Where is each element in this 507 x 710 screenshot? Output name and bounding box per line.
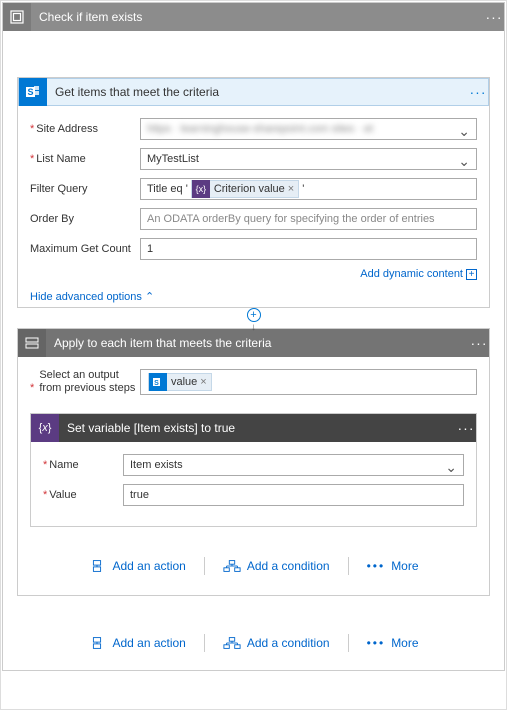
dots-icon: ••• xyxy=(367,559,386,573)
label-site-address: Site Address xyxy=(30,123,140,135)
add-action-icon xyxy=(88,559,106,573)
label-order-by: Order By xyxy=(30,213,140,225)
input-var-value[interactable]: true xyxy=(123,484,464,506)
input-order-by[interactable]: An ODATA orderBy query for specifying th… xyxy=(140,208,477,230)
scope-header-check-if-item-exists[interactable]: Check if item exists ··· xyxy=(3,3,504,31)
get-items-menu-button[interactable]: ··· xyxy=(468,84,488,100)
token-value[interactable]: S value × xyxy=(148,373,212,391)
add-action-button[interactable]: Add an action xyxy=(82,557,191,575)
chevron-up-icon: ⌃ xyxy=(145,291,154,303)
add-condition-button[interactable]: Add a condition xyxy=(217,634,336,652)
apply-to-each-menu-button[interactable]: ··· xyxy=(469,335,489,351)
add-condition-icon xyxy=(223,559,241,573)
scope-title: Check if item exists xyxy=(31,10,484,24)
get-items-header[interactable]: S Get items that meet the criteria ··· xyxy=(18,78,489,106)
label-select-output: Select an outputfrom previous steps xyxy=(30,369,140,395)
insert-step-button[interactable]: + xyxy=(247,308,261,322)
apply-to-each-header[interactable]: Apply to each item that meets the criter… xyxy=(18,329,489,357)
input-select-output[interactable]: S value × xyxy=(140,369,477,395)
get-items-title: Get items that meet the criteria xyxy=(47,85,468,99)
scope-icon xyxy=(3,3,31,31)
sharepoint-token-icon: S xyxy=(149,373,167,391)
token-remove-icon[interactable]: × xyxy=(200,376,206,388)
token-remove-icon[interactable]: × xyxy=(288,179,294,199)
connector-arrow: + ↓ xyxy=(17,308,490,326)
variable-icon: {x} xyxy=(192,180,210,198)
svg-text:S: S xyxy=(154,380,159,387)
outer-action-bar: Add an action Add a condition ••• More xyxy=(17,634,490,660)
more-button[interactable]: ••• More xyxy=(361,557,425,575)
loop-icon xyxy=(18,329,46,357)
add-dynamic-content-link[interactable]: Add dynamic content+ xyxy=(30,268,477,280)
card-get-items: S Get items that meet the criteria ··· S… xyxy=(17,77,490,308)
card-set-variable: {x} Set variable [Item exists] to true ·… xyxy=(30,413,477,527)
apply-to-each-title: Apply to each item that meets the criter… xyxy=(46,336,469,350)
input-max-count[interactable]: 1 xyxy=(140,238,477,260)
inner-action-bar: Add an action Add a condition ••• More xyxy=(30,557,477,583)
arrow-down-icon: ↓ xyxy=(251,322,256,333)
input-filter-query[interactable]: Title eq ' {x} Criterion value × ' xyxy=(140,178,477,200)
set-variable-header[interactable]: {x} Set variable [Item exists] to true ·… xyxy=(31,414,476,442)
add-condition-icon xyxy=(223,636,241,650)
set-variable-menu-button[interactable]: ··· xyxy=(456,420,476,436)
set-variable-title: Set variable [Item exists] to true xyxy=(59,421,456,435)
hide-advanced-options-link[interactable]: Hide advanced options ⌃ xyxy=(30,290,477,303)
label-var-name: Name xyxy=(43,459,123,471)
svg-text:S: S xyxy=(27,87,33,97)
token-criterion-value[interactable]: {x} Criterion value × xyxy=(191,180,299,198)
input-site-address[interactable]: https · learninghouse-sharepoint.com sit… xyxy=(140,118,477,140)
plus-icon: + xyxy=(466,269,477,280)
label-list-name: List Name xyxy=(30,153,140,165)
card-apply-to-each: Apply to each item that meets the criter… xyxy=(17,328,490,596)
more-button[interactable]: ••• More xyxy=(361,634,425,652)
label-max-count: Maximum Get Count xyxy=(30,243,140,255)
dots-icon: ••• xyxy=(367,636,386,650)
add-action-button[interactable]: Add an action xyxy=(82,634,191,652)
input-var-name[interactable]: Item exists xyxy=(123,454,464,476)
label-filter-query: Filter Query xyxy=(30,183,140,195)
add-condition-button[interactable]: Add a condition xyxy=(217,557,336,575)
add-action-icon xyxy=(88,636,106,650)
label-var-value: Value xyxy=(43,489,123,501)
scope-menu-button[interactable]: ··· xyxy=(484,9,504,25)
variable-icon: {x} xyxy=(31,414,59,442)
sharepoint-icon: S xyxy=(19,78,47,106)
input-list-name[interactable]: MyTestList xyxy=(140,148,477,170)
scope-body: S Get items that meet the criteria ··· S… xyxy=(3,31,504,670)
